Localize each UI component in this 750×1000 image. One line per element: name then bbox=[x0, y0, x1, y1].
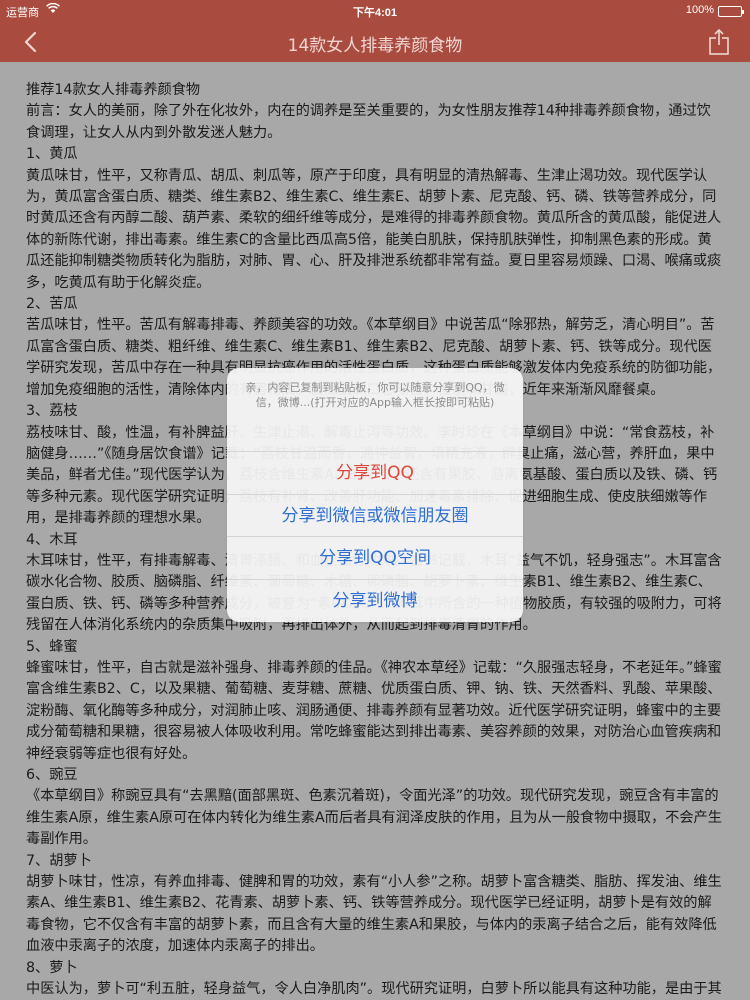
share-qq-button[interactable]: 分享到QQ bbox=[227, 452, 523, 495]
page-title: 14款女人排毒养颜食物 bbox=[287, 36, 463, 56]
status-time: 下午4:01 bbox=[352, 7, 398, 19]
share-qzone-button[interactable]: 分享到QQ空间 bbox=[227, 537, 523, 580]
share-alert: 亲，内容已复制到粘贴板，你可以随意分享到QQ，微信，微博...(打开对应的App… bbox=[227, 368, 523, 622]
share-icon[interactable] bbox=[708, 28, 730, 56]
battery-percentage: 100% bbox=[685, 4, 714, 16]
navigation-bar: 14款女人排毒养颜食物 bbox=[0, 22, 750, 62]
share-alert-message: 亲，内容已复制到粘贴板，你可以随意分享到QQ，微信，微博...(打开对应的App… bbox=[227, 368, 523, 452]
status-bar: 运营商 下午4:01 100% bbox=[0, 0, 750, 22]
share-weibo-button[interactable]: 分享到微博 bbox=[227, 580, 523, 623]
share-wechat-button[interactable]: 分享到微信或微信朋友圈 bbox=[227, 495, 523, 537]
battery-icon bbox=[718, 6, 744, 17]
